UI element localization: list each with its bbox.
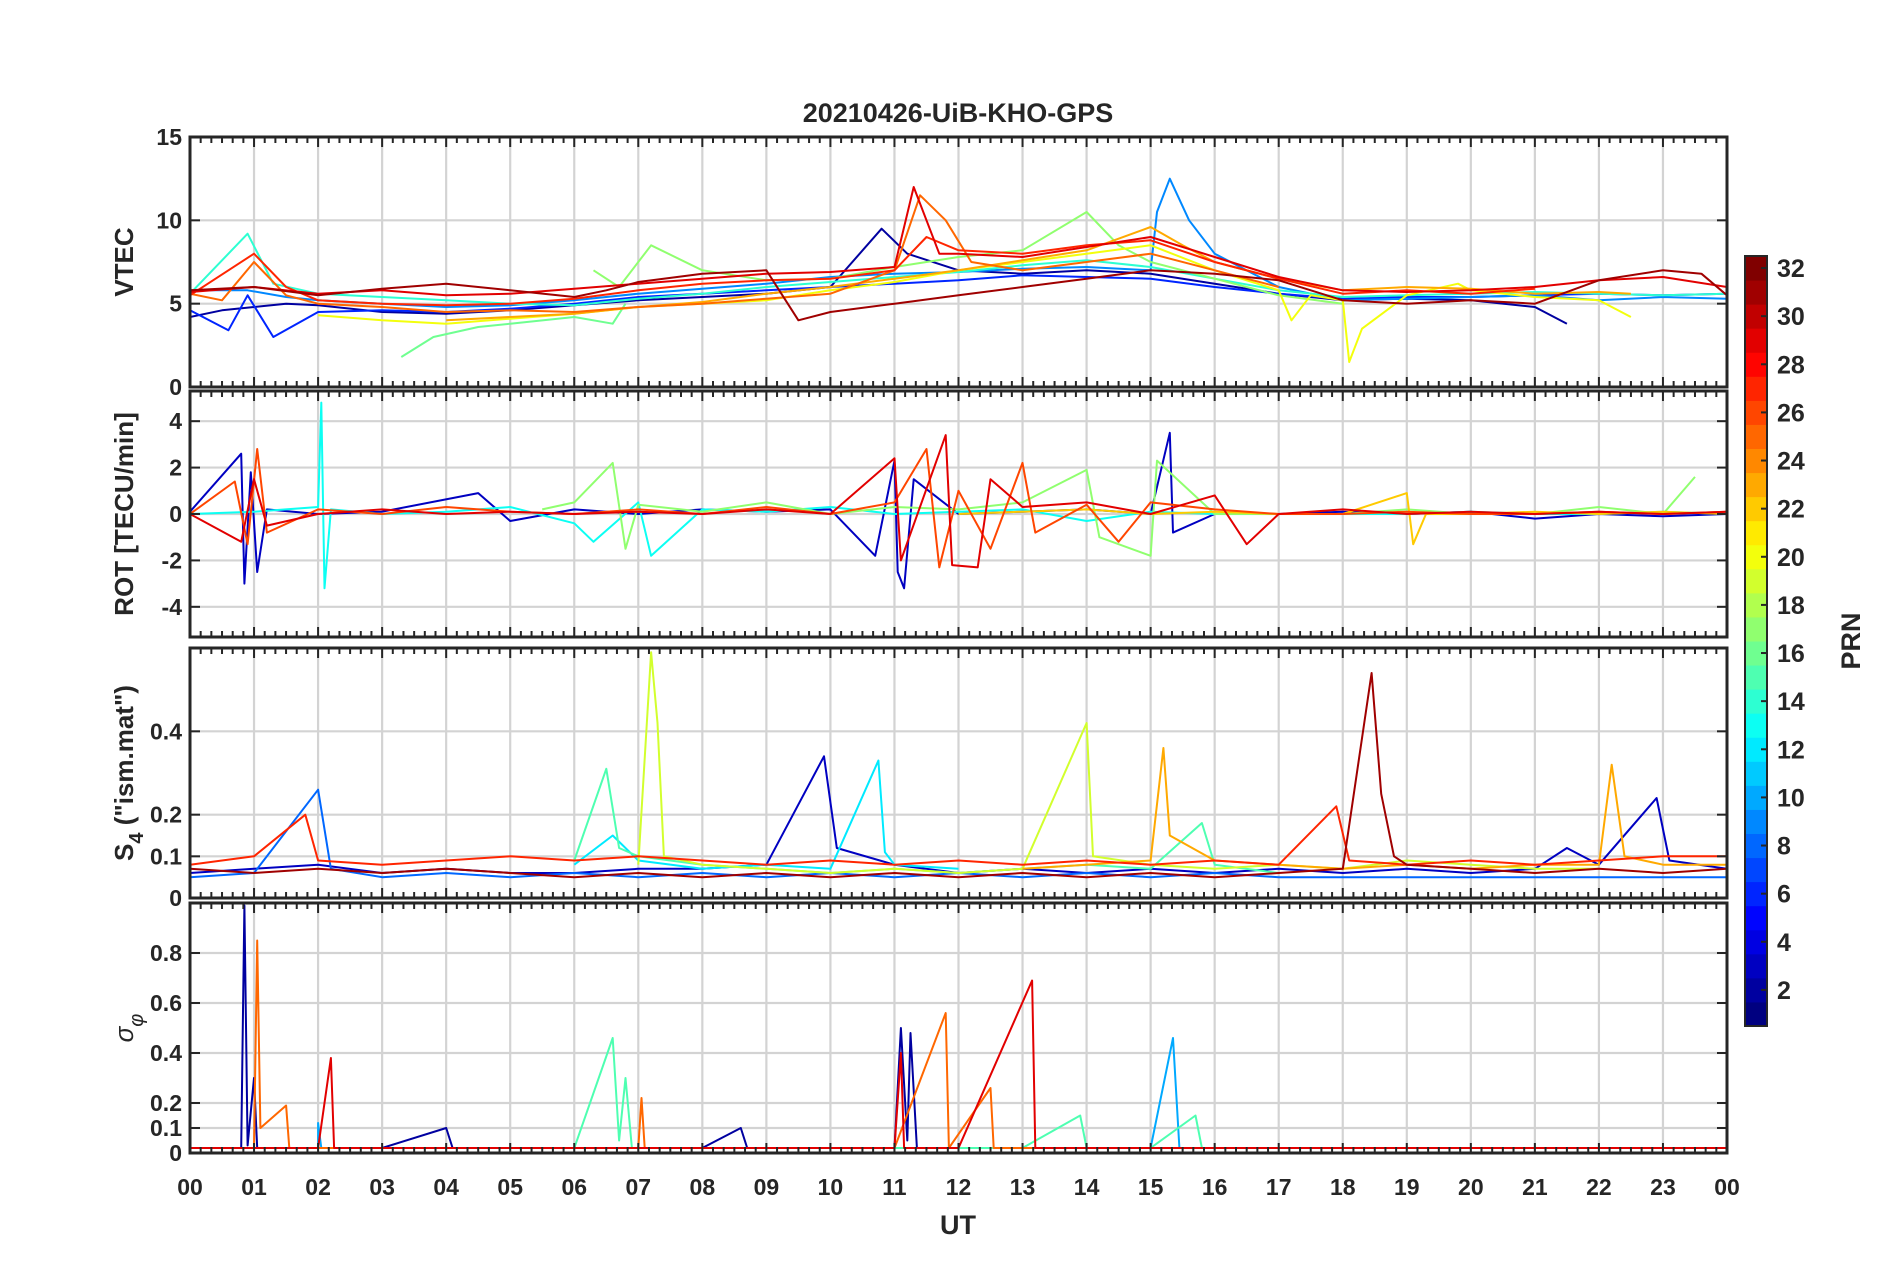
sigma_phi-ylabel-sub: φ bbox=[126, 1014, 148, 1027]
colorbar-cell-21 bbox=[1745, 520, 1767, 546]
vtec-ytick-label-5: 5 bbox=[169, 291, 182, 317]
x-tick-label-16: 16 bbox=[1202, 1174, 1228, 1200]
rot-ytick-label-0: 0 bbox=[169, 501, 182, 527]
colorbar-cell-11 bbox=[1745, 761, 1767, 786]
x-tick-label-23: 23 bbox=[1650, 1174, 1676, 1200]
x-tick-label-2: 02 bbox=[305, 1174, 331, 1200]
colorbar-cell-7 bbox=[1745, 857, 1767, 883]
colorbar-cell-27 bbox=[1745, 376, 1767, 401]
x-tick-label-13: 13 bbox=[1010, 1174, 1036, 1200]
sigma_phi-ytick-label-0.4: 0.4 bbox=[150, 1040, 182, 1066]
sigma_phi-ylabel: σφ bbox=[109, 1014, 148, 1043]
x-tick-label-4: 04 bbox=[433, 1174, 459, 1200]
colorbar-cell-29 bbox=[1745, 328, 1767, 353]
colorbar-tick-label-20: 20 bbox=[1777, 544, 1805, 572]
x-tick-label-3: 03 bbox=[369, 1174, 395, 1200]
colorbar-cell-13 bbox=[1745, 713, 1767, 738]
panel-sigma_phi: 00.10.2 0.4 0.6 0.8 σφ bbox=[109, 901, 1729, 1166]
x-tick-label-1: 01 bbox=[241, 1174, 267, 1200]
s4-ylabel: S4 ("ism.mat") bbox=[109, 685, 148, 861]
colorbar-cell-1 bbox=[1745, 1001, 1767, 1027]
s4-ytick-label-0.2: 0.2 bbox=[150, 802, 182, 828]
panel-rot: -4 -2 0 2 4 ROT [TECU/min] bbox=[109, 389, 1729, 639]
sigma_phi-ytick-label-0.6: 0.6 bbox=[150, 990, 182, 1016]
rot-ytick-label-4: 4 bbox=[169, 408, 182, 434]
x-tick-label-11: 11 bbox=[882, 1174, 907, 1200]
colorbar-tick-label-22: 22 bbox=[1777, 496, 1805, 524]
vtec-ylabel: VTEC bbox=[109, 227, 139, 297]
x-tick-label-20: 20 bbox=[1458, 1174, 1484, 1200]
chart-title: 20210426-UiB-KHO-GPS bbox=[803, 98, 1114, 128]
colorbar-tick-label-10: 10 bbox=[1777, 784, 1805, 812]
colorbar-tick-label-26: 26 bbox=[1777, 399, 1805, 427]
panels-layer: 051015VTEC-4-2024ROT [TECU/min]00.10.20.… bbox=[109, 124, 1729, 1166]
vtec-ytick-label-15: 15 bbox=[156, 124, 182, 150]
colorbar-tick-label-6: 6 bbox=[1777, 881, 1791, 909]
x-tick-label-7: 07 bbox=[625, 1174, 651, 1200]
x-tick-label-5: 05 bbox=[497, 1174, 523, 1200]
rot-ylabel: ROT [TECU/min] bbox=[109, 412, 139, 616]
colorbar-cell-25 bbox=[1745, 424, 1767, 449]
panel-vtec: 0 5 10 15 VTEC bbox=[109, 124, 1729, 400]
colorbar-cell-19 bbox=[1745, 568, 1767, 594]
rot-ytick-label--4: -4 bbox=[162, 594, 183, 620]
colorbar-cell-31 bbox=[1745, 280, 1767, 305]
colorbar-cell-3 bbox=[1745, 953, 1767, 979]
s4-ytick-label-0: 0 bbox=[169, 885, 182, 911]
colorbar: 2468101214161820222426283032PRN bbox=[1744, 255, 1866, 1027]
x-tick-label-19: 19 bbox=[1394, 1174, 1420, 1200]
figure: 20210426-UiB-KHO-GPS 0 5 10 15 VTEC -4 -2 0 2 4 RO… bbox=[0, 0, 1902, 1272]
x-tick-label-24: 00 bbox=[1714, 1174, 1740, 1200]
rot-ytick-label--2: -2 bbox=[162, 547, 182, 573]
s4-ylabel-rest: ("ism.mat") bbox=[109, 685, 139, 832]
chart-svg: 20210426-UiB-KHO-GPS 051015VTEC-4-2024RO… bbox=[109, 98, 1866, 1240]
s4-ylabel-main: S bbox=[109, 844, 139, 861]
s4-ytick-label-0.4: 0.4 bbox=[150, 718, 182, 744]
colorbar-cell-23 bbox=[1745, 472, 1767, 498]
colorbar-tick-label-8: 8 bbox=[1777, 833, 1791, 861]
colorbar-tick-label-28: 28 bbox=[1777, 351, 1805, 379]
colorbar-tick-label-24: 24 bbox=[1777, 448, 1805, 476]
colorbar-cell-5 bbox=[1745, 905, 1767, 931]
colorbar-label: PRN bbox=[1836, 612, 1866, 669]
x-tick-label-22: 22 bbox=[1586, 1174, 1612, 1200]
sigma_phi-ylabel-main: σ bbox=[109, 1025, 139, 1042]
sigma_phi-ytick-label-0: 0 bbox=[169, 1140, 182, 1166]
x-tick-label-12: 12 bbox=[946, 1174, 972, 1200]
x-tick-label-17: 17 bbox=[1266, 1174, 1292, 1200]
x-tick-label-0: 00 bbox=[177, 1174, 203, 1200]
colorbar-tick-label-18: 18 bbox=[1777, 592, 1805, 620]
colorbar-tick-label-16: 16 bbox=[1777, 640, 1805, 668]
rot-ytick-label-2: 2 bbox=[169, 455, 182, 481]
sigma_phi-ytick-label-0.1: 0.1 bbox=[150, 1115, 182, 1141]
vtec-ytick-label-10: 10 bbox=[156, 207, 182, 233]
colorbar-cell-17 bbox=[1745, 616, 1767, 642]
x-axis: 00 01 02 03 04 05 06 07 08 09 10 11 12 13 14 15 16 17 18 19… bbox=[177, 1174, 1740, 1200]
colorbar-cell-9 bbox=[1745, 809, 1767, 834]
colorbar-cell-15 bbox=[1745, 665, 1767, 690]
x-tick-label-8: 08 bbox=[690, 1174, 716, 1200]
vtec-ytick-label-0: 0 bbox=[169, 374, 182, 400]
panel-s4: 0 0.1 0.2 0.4S4 ("ism.mat") bbox=[109, 646, 1729, 911]
colorbar-tick-label-12: 12 bbox=[1777, 736, 1805, 764]
colorbar-tick-label-14: 14 bbox=[1777, 688, 1805, 716]
x-tick-label-6: 06 bbox=[561, 1174, 587, 1200]
x-tick-label-15: 15 bbox=[1138, 1174, 1164, 1200]
sigma_phi-ytick-label-0.8: 0.8 bbox=[150, 940, 182, 966]
colorbar-tick-label-30: 30 bbox=[1777, 303, 1805, 331]
sigma_phi-ytick-label-0.2: 0.2 bbox=[150, 1090, 182, 1116]
x-axis-label: UT bbox=[940, 1210, 976, 1240]
x-tick-label-18: 18 bbox=[1330, 1174, 1356, 1200]
colorbar-tick-label-2: 2 bbox=[1777, 977, 1791, 1005]
s4-ytick-label-0.1: 0.1 bbox=[150, 843, 182, 869]
colorbar-tick-label-4: 4 bbox=[1777, 929, 1791, 957]
x-tick-label-14: 14 bbox=[1074, 1174, 1100, 1200]
colorbar-tick-label-32: 32 bbox=[1777, 255, 1805, 283]
x-tick-label-10: 10 bbox=[818, 1174, 844, 1200]
x-tick-label-9: 09 bbox=[754, 1174, 780, 1200]
x-tick-label-21: 21 bbox=[1522, 1174, 1548, 1200]
